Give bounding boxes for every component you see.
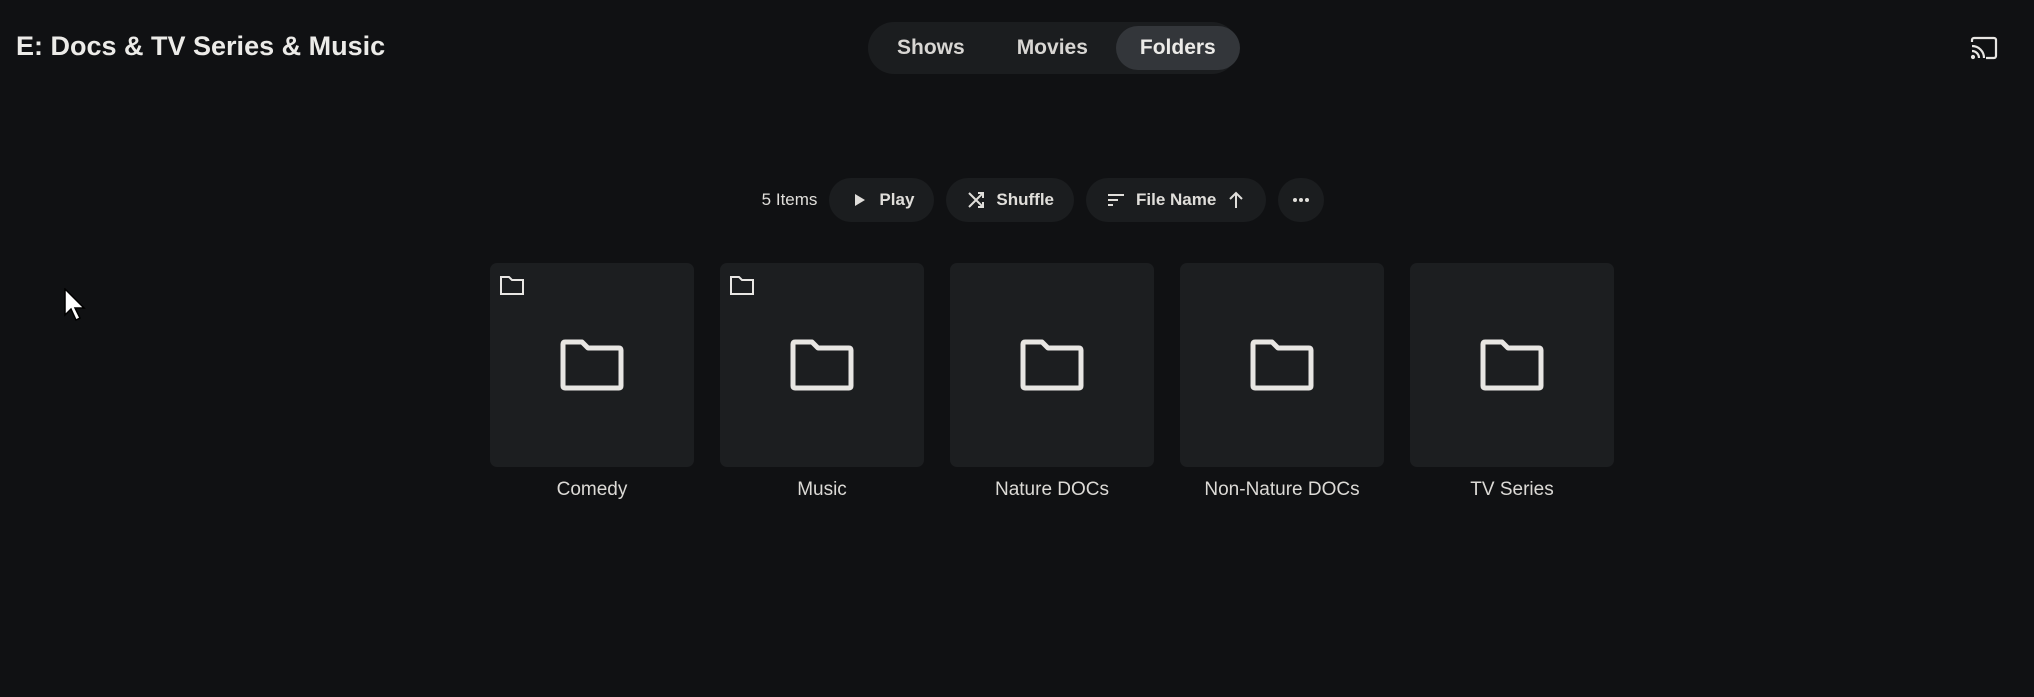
folder-name: Nature DOCs	[994, 479, 1110, 500]
folder-card-non-nature-docs[interactable]: Non-Nature DOCs	[1180, 263, 1384, 501]
more-horizontal-icon	[1293, 198, 1310, 202]
folder-icon	[560, 339, 624, 391]
folder-name: Music	[797, 479, 847, 500]
folder-icon	[1020, 339, 1084, 391]
item-count: 5 Items	[761, 190, 818, 209]
folder-icon	[1250, 339, 1314, 391]
play-icon	[855, 194, 866, 206]
folder-name: Comedy	[556, 479, 628, 500]
folder-type-icon	[500, 276, 524, 295]
shuffle-button[interactable]: Shuffle	[946, 178, 1075, 222]
mouse-cursor-icon	[64, 288, 86, 322]
tab-movies[interactable]: Movies	[993, 26, 1112, 70]
shuffle-icon	[968, 192, 985, 208]
sort-icon	[1108, 194, 1125, 206]
folder-thumbnail	[1180, 263, 1384, 467]
folder-card-music[interactable]: Music	[720, 263, 924, 501]
folder-type-icon	[730, 276, 754, 295]
play-button[interactable]: Play	[829, 178, 935, 222]
folder-thumbnail	[950, 263, 1154, 467]
more-options-button[interactable]	[1278, 178, 1325, 222]
folder-card-comedy[interactable]: Comedy	[490, 263, 694, 501]
folder-thumbnail	[720, 263, 924, 467]
page-title: E: Docs & TV Series & Music	[16, 31, 386, 61]
play-label: Play	[879, 190, 915, 209]
tab-folders[interactable]: Folders	[1115, 26, 1240, 70]
arrow-up-icon	[1229, 191, 1244, 208]
view-tabs: Shows Movies Folders	[868, 22, 1240, 74]
toolbar: 5 Items Play Shuffle File Name	[0, 178, 2034, 222]
folder-icon	[790, 339, 854, 391]
sort-label: File Name	[1136, 190, 1217, 209]
cast-icon[interactable]	[1970, 36, 1998, 60]
folder-card-nature-docs[interactable]: Nature DOCs	[950, 263, 1154, 501]
folder-thumbnail	[490, 263, 694, 467]
folder-thumbnail	[1410, 263, 1614, 467]
folder-name: Non-Nature DOCs	[1204, 479, 1360, 500]
folder-name: TV Series	[1470, 479, 1554, 500]
folder-card-tv-series[interactable]: TV Series	[1410, 263, 1614, 501]
folder-grid: Comedy Music Nature DOCs Non-Nature DOCs…	[490, 263, 1614, 501]
folder-icon	[1480, 339, 1544, 391]
shuffle-label: Shuffle	[996, 190, 1055, 209]
tab-shows[interactable]: Shows	[873, 26, 989, 70]
sort-button[interactable]: File Name	[1086, 178, 1267, 222]
